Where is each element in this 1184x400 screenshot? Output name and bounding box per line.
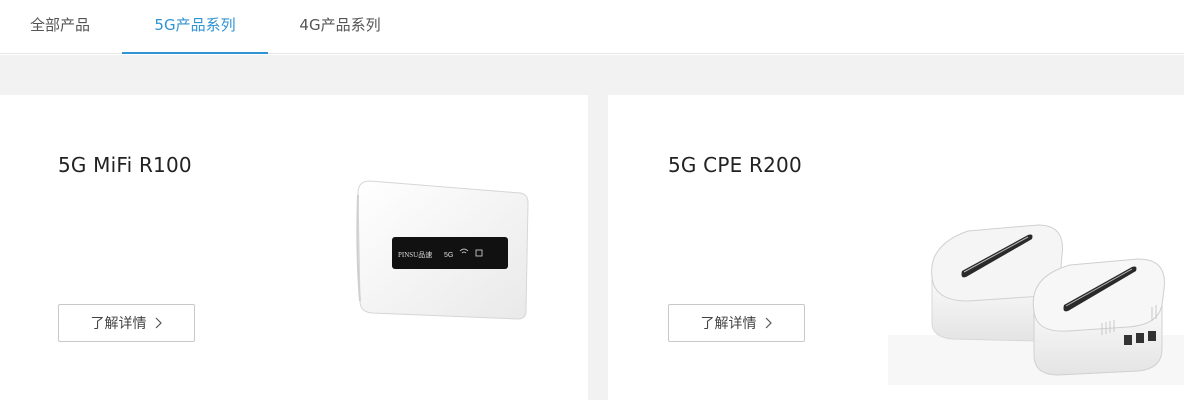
device-screen-text: 5G xyxy=(444,252,453,259)
mifi-device-image: PINSU品速 5G xyxy=(356,180,529,320)
tab-all-products[interactable]: 全部产品 xyxy=(22,0,98,54)
product-title: 5G MiFi R100 xyxy=(58,153,192,177)
chevron-right-icon xyxy=(155,317,162,329)
product-tabs: 全部产品 5G产品系列 4G产品系列 xyxy=(0,0,1184,54)
product-list: 5G MiFi R100 了解详情 PINSU品速 5G 5G CPE R200… xyxy=(0,55,1184,400)
learn-more-button[interactable]: 了解详情 xyxy=(58,304,195,342)
learn-more-label: 了解详情 xyxy=(90,316,147,332)
learn-more-button[interactable]: 了解详情 xyxy=(668,304,805,342)
cpe-device-image xyxy=(888,224,1184,385)
product-title: 5G CPE R200 xyxy=(668,153,802,177)
product-card-cpe[interactable]: 5G CPE R200 了解详情 xyxy=(608,95,1184,400)
chevron-right-icon xyxy=(765,317,772,329)
device-brand-text: PINSU品速 xyxy=(398,251,432,259)
tab-4g-series[interactable]: 4G产品系列 xyxy=(290,0,390,54)
tab-5g-series[interactable]: 5G产品系列 xyxy=(122,0,268,54)
product-card-mifi[interactable]: 5G MiFi R100 了解详情 PINSU品速 5G xyxy=(0,95,588,400)
learn-more-label: 了解详情 xyxy=(700,316,757,332)
